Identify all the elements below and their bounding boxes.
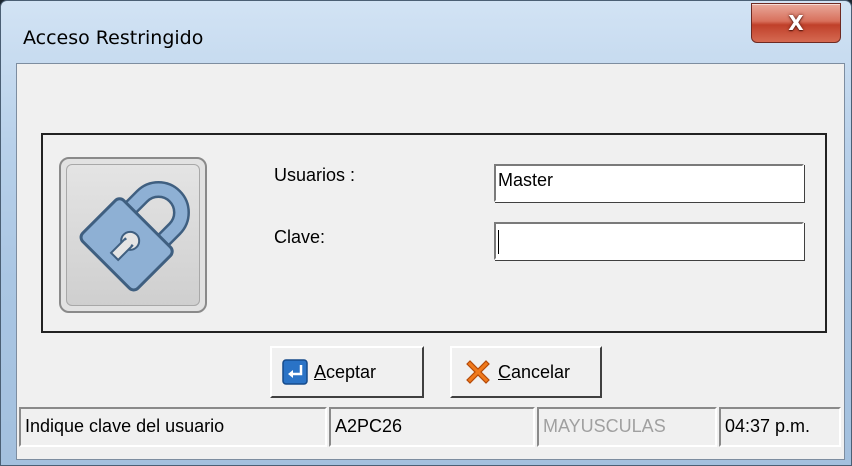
- dialog-client-area: Usuarios : Master Clave: Aceptar Cancela…: [16, 63, 845, 460]
- status-clock: 04:37 p.m.: [719, 407, 841, 447]
- accept-button-label: Aceptar: [314, 361, 377, 382]
- lock-image-frame: [59, 157, 207, 313]
- dialog-window: Acceso Restringido X Usuarios: Master C…: [0, 0, 852, 466]
- accept-button[interactable]: Aceptar: [270, 346, 424, 398]
- padlock-icon: [66, 164, 200, 306]
- password-label: Clave:: [274, 227, 326, 247]
- login-group-box: Usuarios : Master Clave:: [41, 133, 827, 333]
- status-machine: A2PC26: [329, 407, 535, 447]
- user-label: Usuarios :: [274, 165, 356, 185]
- window-title: Acceso Restringido: [23, 27, 204, 49]
- title-bar[interactable]: Acceso Restringido X: [1, 1, 851, 61]
- user-field[interactable]: Master: [494, 164, 804, 202]
- user-field-value: Master: [498, 170, 554, 190]
- enter-arrow-icon: [282, 359, 308, 385]
- close-icon: X: [788, 11, 804, 35]
- x-cross-icon: [464, 358, 492, 386]
- cancel-button[interactable]: Cancelar: [450, 346, 602, 398]
- cancel-button-label: Cancelar: [498, 361, 571, 382]
- close-button[interactable]: X: [751, 3, 841, 43]
- status-caps-lock: MAYUSCULAS: [537, 407, 717, 447]
- password-field[interactable]: [494, 222, 804, 260]
- text-caret: [498, 230, 499, 254]
- status-message: Indique clave del usuario: [19, 407, 327, 447]
